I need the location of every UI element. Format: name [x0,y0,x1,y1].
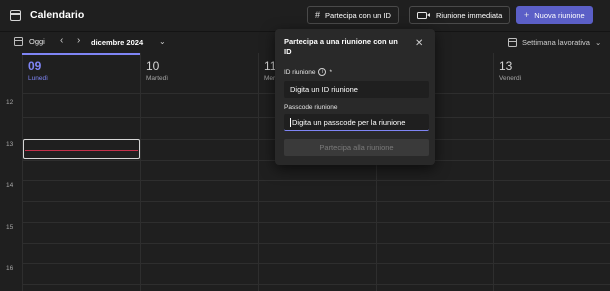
join-meeting-label: Partecipa alla riunione [319,143,394,152]
today-label: Oggi [29,37,45,46]
half-hour-gridline [22,201,610,202]
passcode-input[interactable]: Digita un passcode per la riunione [284,114,429,131]
half-hour-gridline [22,243,610,244]
new-meeting-label: Nuova riunione [534,10,585,20]
hour-gridline [22,263,610,264]
chevron-down-icon[interactable]: ⌄ [159,37,166,46]
chevron-down-icon: ⌄ [594,38,602,47]
day-name: Mer [264,75,276,82]
today-button[interactable]: Oggi [14,37,45,46]
hour-gridline [22,180,610,181]
join-with-id-dialog: Partecipa a una riunione con un ID ✕ ID … [275,29,435,165]
today-indicator-bar [22,53,140,55]
join-with-id-label: Partecipa con un ID [325,10,391,20]
video-camera-icon [417,11,430,19]
passcode-label: Passcode riunione [284,104,338,111]
day-number: 09 [28,59,42,73]
day-number: 10 [146,59,160,73]
meet-now-button[interactable]: Riunione immediata [409,6,511,24]
plus-icon: + [524,9,530,20]
half-hour-gridline [22,284,610,285]
column-gridline [258,93,259,291]
hour-gridline [22,222,610,223]
column-gridline [140,93,141,291]
day-column-header[interactable]: 09 Lunedì [22,53,140,93]
meeting-id-placeholder: Digita un ID riunione [290,85,358,94]
selected-time-slot[interactable] [23,139,140,159]
app-header: Calendario # Partecipa con un ID Riunion… [0,0,610,32]
close-icon[interactable]: ✕ [415,39,423,49]
passcode-label-row: Passcode riunione [284,104,337,111]
join-meeting-button[interactable]: Partecipa alla riunione [284,139,429,156]
day-name: Lunedì [28,75,48,82]
previous-week-icon[interactable]: ‹ [60,36,63,46]
passcode-placeholder: Digita un passcode per la riunione [292,117,406,127]
day-name: Martedì [146,75,169,82]
calendar-icon [10,10,21,21]
calendar-today-icon [14,37,23,46]
hour-label: 13 [6,141,14,148]
month-picker[interactable]: dicembre 2024 [91,38,143,47]
hour-label: 16 [6,265,14,272]
new-meeting-button[interactable]: + Nuova riunione [516,6,593,24]
day-name: Venerdì [499,75,522,82]
current-time-indicator [25,150,138,151]
required-mark: * [329,68,332,76]
meeting-id-label: ID riunione [284,68,316,76]
day-number: 13 [499,59,513,73]
info-icon[interactable]: i [318,68,327,76]
view-selector[interactable]: Settimana lavorativa ⌄ [508,38,601,47]
meet-now-label: Riunione immediata [436,10,503,20]
day-column-header[interactable]: 10 Martedì [140,53,258,93]
dialog-title: Partecipa a una riunione con un ID [284,37,398,56]
text-caret [290,117,291,127]
app-title: Calendario [30,9,85,21]
day-column-header[interactable]: 13 Venerdì [493,53,610,93]
view-label: Settimana lavorativa [522,38,590,47]
hash-icon: # [315,9,321,20]
column-gridline [493,93,494,291]
calendar-view-icon [508,38,517,47]
hour-label: 15 [6,224,14,231]
meeting-id-label-row: ID riunione i * [284,68,332,76]
hour-label: 12 [6,99,14,106]
next-week-icon[interactable]: › [77,36,80,46]
join-with-id-button[interactable]: # Partecipa con un ID [307,6,399,24]
meeting-id-input[interactable]: Digita un ID riunione [284,81,429,98]
hour-label: 14 [6,182,14,189]
column-gridline [22,93,23,291]
